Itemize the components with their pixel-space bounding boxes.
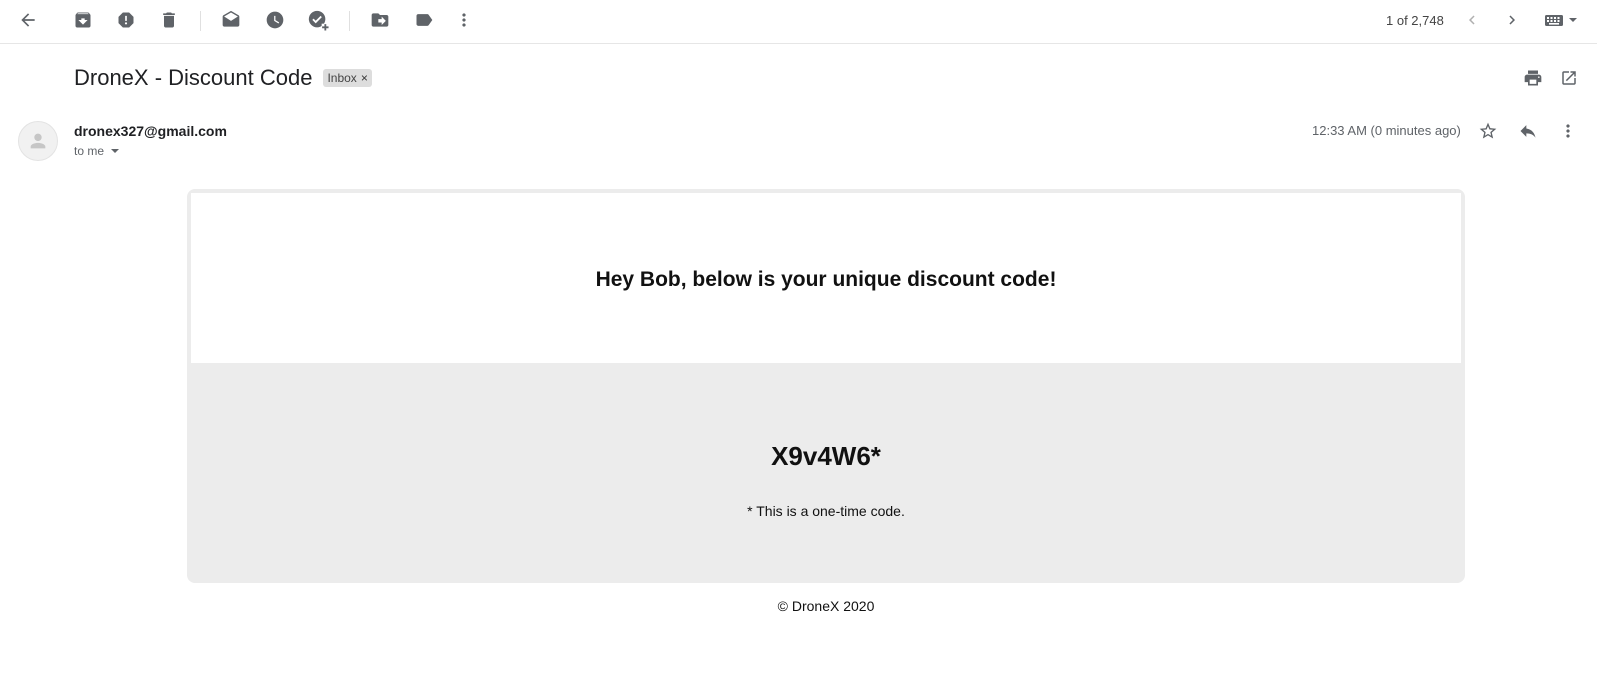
discount-code: X9v4W6* xyxy=(771,441,881,471)
mark-unread-icon[interactable] xyxy=(211,0,251,40)
greeting-panel: Hey Bob, below is your unique discount c… xyxy=(191,193,1461,363)
report-spam-icon[interactable] xyxy=(106,0,146,40)
message-more-icon[interactable] xyxy=(1548,111,1588,151)
print-icon[interactable] xyxy=(1513,58,1553,98)
greeting-text: Hey Bob, below is your unique discount c… xyxy=(595,267,1057,291)
subject-row: DroneX - Discount Code Inbox × xyxy=(74,62,372,94)
person-icon xyxy=(30,133,46,149)
label-chip-text: Inbox xyxy=(327,71,357,85)
toolbar-divider xyxy=(349,11,350,31)
sender-email[interactable]: dronex327@gmail.com xyxy=(74,123,227,139)
more-vert-icon[interactable] xyxy=(444,0,484,40)
code-note: * This is a one-time code. xyxy=(747,503,905,519)
message-body-card: Hey Bob, below is your unique discount c… xyxy=(187,189,1465,583)
open-new-window-icon[interactable] xyxy=(1549,58,1589,98)
newer-chevron-icon[interactable] xyxy=(1452,0,1492,40)
sender-avatar[interactable] xyxy=(18,121,58,161)
label-icon[interactable] xyxy=(404,0,444,40)
star-icon[interactable] xyxy=(1468,111,1508,151)
older-chevron-icon[interactable] xyxy=(1492,0,1532,40)
toolbar-divider xyxy=(200,11,201,31)
snooze-icon[interactable] xyxy=(255,0,295,40)
pager-count: 1 of 2,748 xyxy=(1386,13,1444,28)
recipient-details-toggle[interactable]: to me xyxy=(74,144,120,158)
email-footer: © DroneX 2020 xyxy=(777,598,875,614)
remove-label-icon[interactable]: × xyxy=(361,71,368,85)
reply-icon[interactable] xyxy=(1508,111,1548,151)
caret-down-icon xyxy=(111,149,120,153)
recipient-text: to me xyxy=(74,144,105,158)
inbox-label-chip[interactable]: Inbox × xyxy=(323,69,372,87)
email-subject: DroneX - Discount Code xyxy=(74,65,313,90)
add-to-tasks-icon[interactable] xyxy=(298,0,338,40)
keyboard-icon[interactable] xyxy=(1536,0,1586,40)
move-to-icon[interactable] xyxy=(360,0,400,40)
email-timestamp: 12:33 AM (0 minutes ago) xyxy=(1312,123,1461,138)
delete-icon[interactable] xyxy=(149,0,189,40)
back-arrow-icon[interactable] xyxy=(8,0,48,40)
email-toolbar: 1 of 2,748 xyxy=(0,0,1597,44)
archive-icon[interactable] xyxy=(63,0,103,40)
